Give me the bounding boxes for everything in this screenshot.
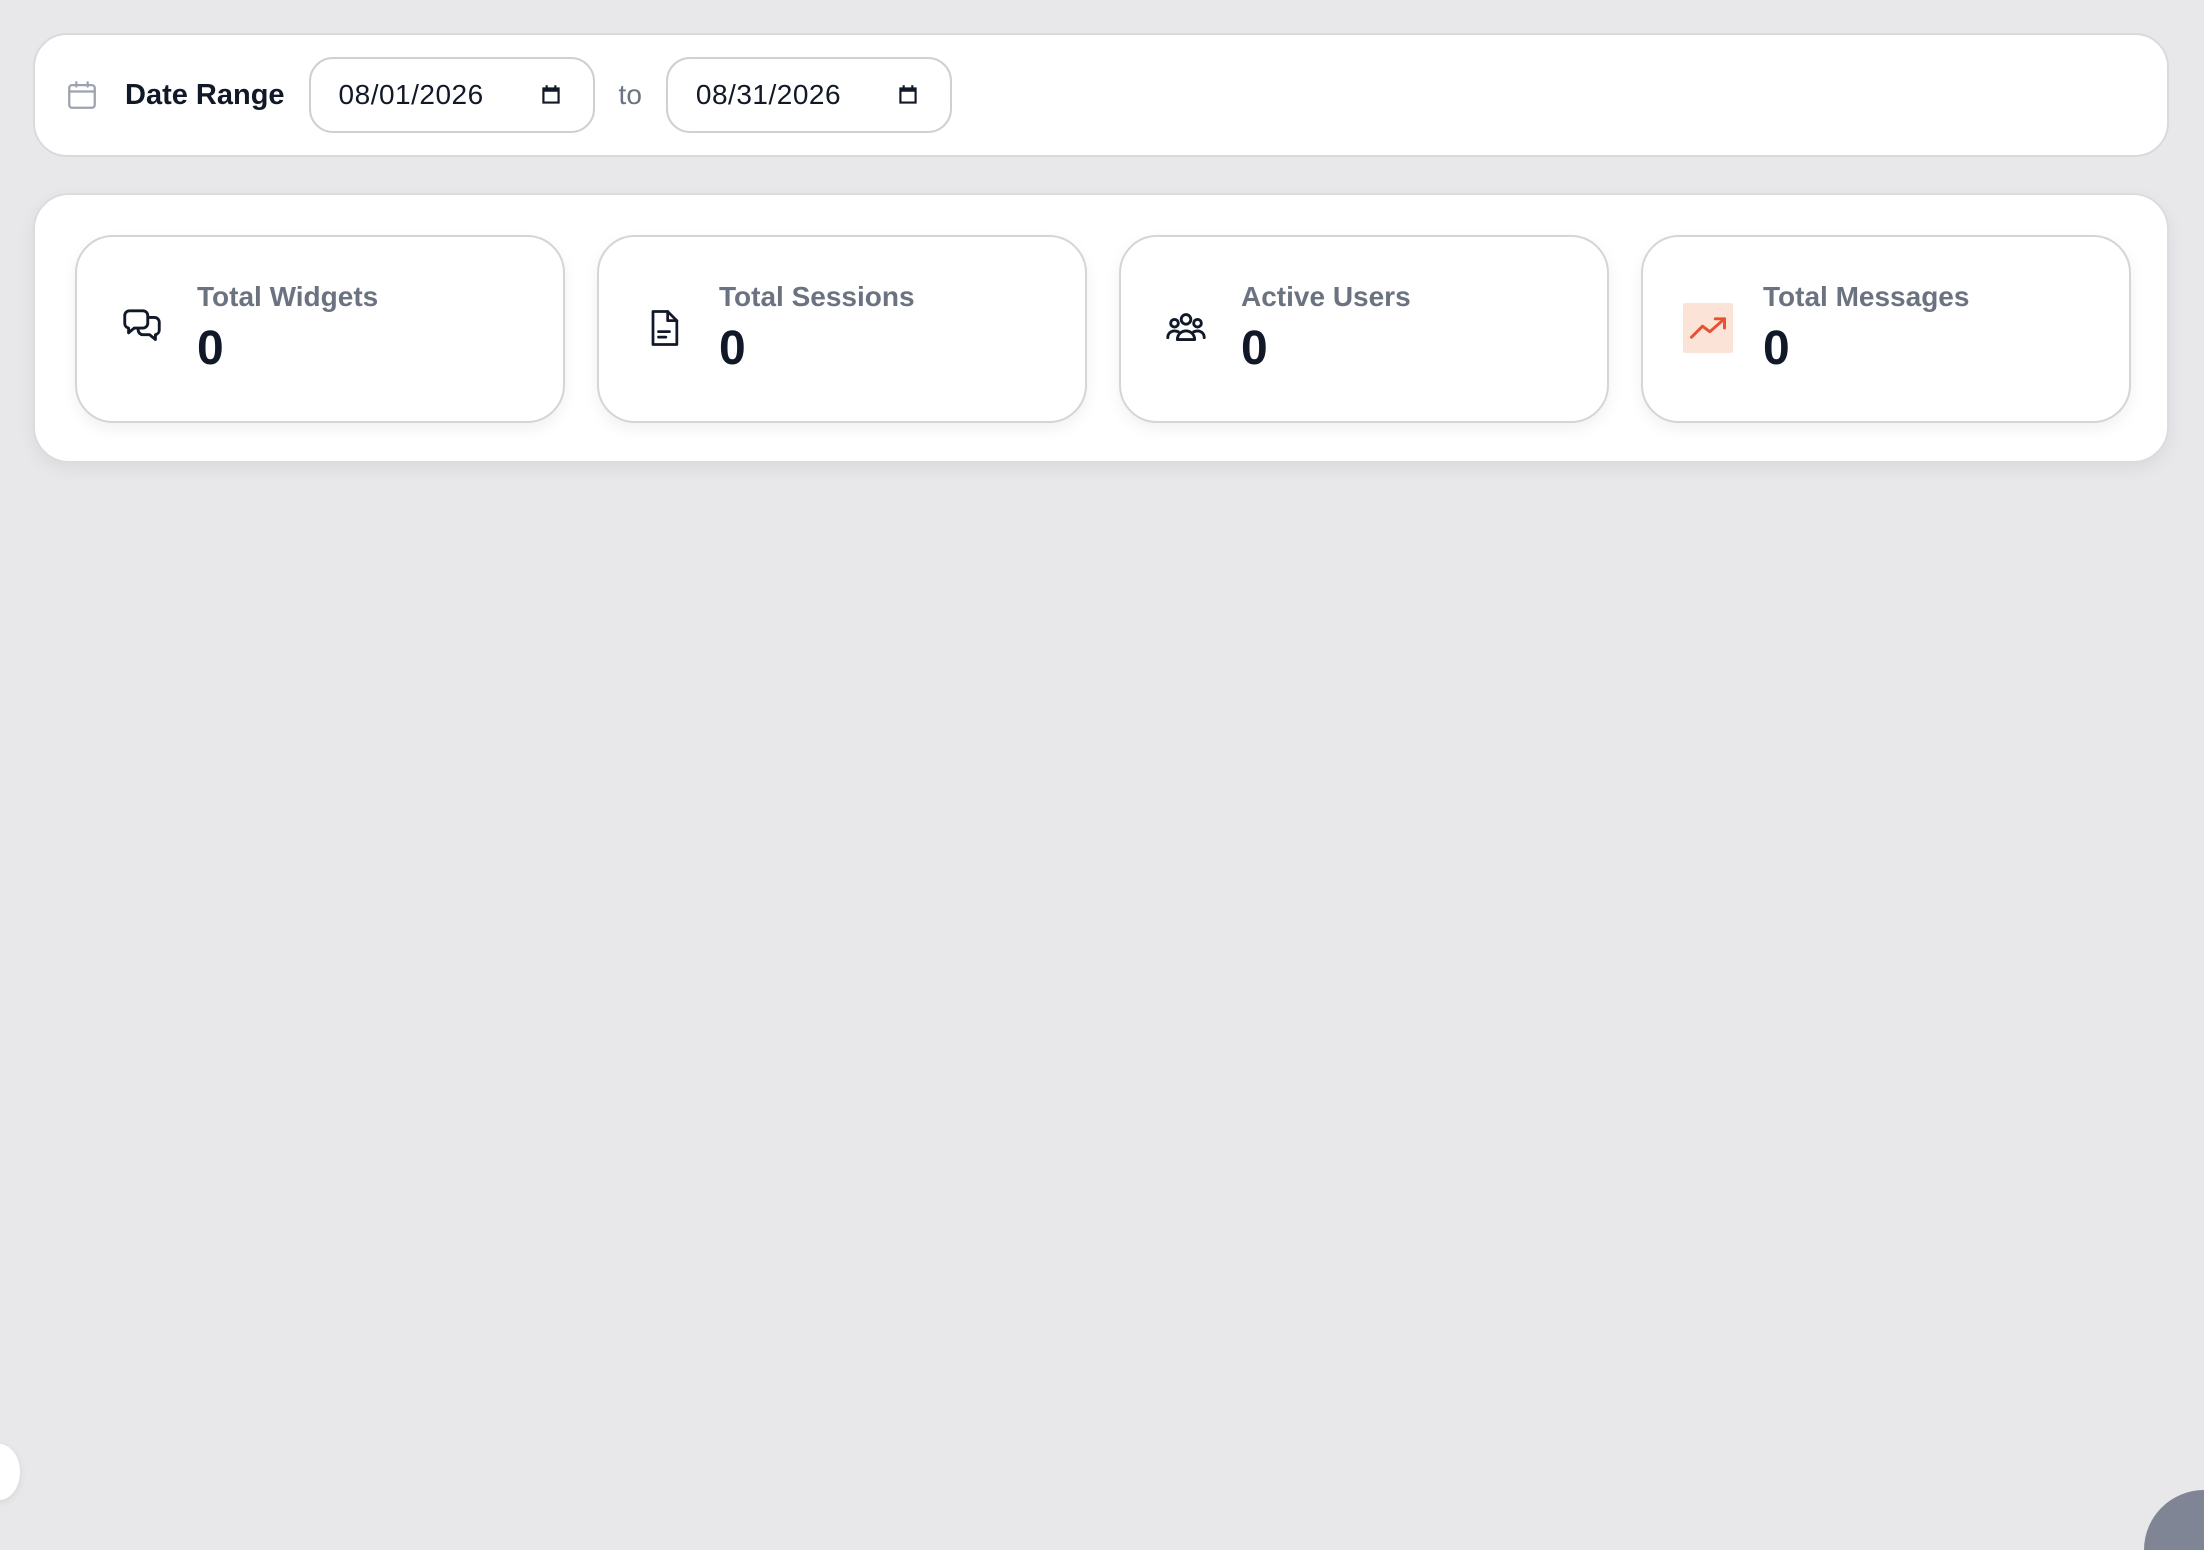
calendar-picker-icon[interactable]	[894, 81, 922, 109]
sidebar-toggle-handle[interactable]	[0, 1444, 20, 1500]
end-date-input[interactable]: 08/31/2026	[665, 57, 952, 133]
stats-panel: Total Widgets 0 Total Sessions 0 Active …	[33, 193, 2169, 463]
calendar-picker-icon[interactable]	[537, 81, 565, 109]
corner-decoration	[2144, 1490, 2204, 1550]
stat-value: 0	[719, 322, 746, 375]
stat-label: Total Messages	[1763, 281, 1970, 312]
stat-label: Active Users	[1241, 281, 1411, 312]
chat-bubbles-icon	[117, 303, 167, 353]
stat-value: 0	[1241, 322, 1268, 375]
calendar-icon	[63, 76, 101, 114]
stat-card-total-sessions: Total Sessions 0	[597, 235, 1087, 423]
document-icon	[639, 303, 689, 353]
start-date-value: 08/01/2026	[338, 79, 484, 110]
stat-label: Total Sessions	[719, 281, 915, 312]
end-date-value: 08/31/2026	[695, 79, 842, 110]
stat-card-total-messages: Total Messages 0	[1641, 235, 2131, 423]
start-date-input[interactable]: 08/01/2026	[308, 57, 595, 133]
stat-value: 0	[197, 322, 224, 375]
date-range-panel: Date Range 08/01/2026 to 08/31/2026	[33, 33, 2169, 157]
date-range-separator: to	[618, 79, 642, 110]
date-range-label: Date Range	[125, 78, 285, 111]
stat-card-active-users: Active Users 0	[1119, 235, 1609, 423]
trending-up-icon	[1683, 303, 1733, 353]
stat-card-total-widgets: Total Widgets 0	[75, 235, 565, 423]
users-group-icon	[1161, 303, 1211, 353]
stat-value: 0	[1763, 322, 1790, 375]
stat-label: Total Widgets	[197, 281, 379, 312]
